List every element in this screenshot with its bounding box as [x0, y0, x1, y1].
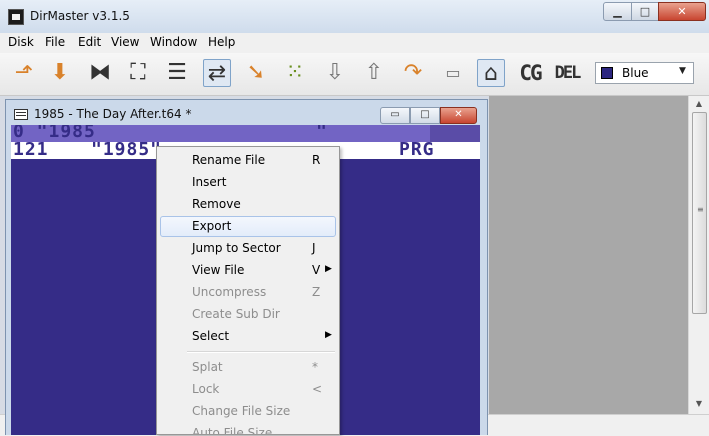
menu-disk[interactable]: Disk	[8, 35, 34, 49]
menu-edit[interactable]: Edit	[78, 35, 101, 49]
menu-item-label: Change File Size	[192, 404, 291, 418]
bam-icon[interactable]: ⛶	[124, 59, 152, 87]
redo-icon[interactable]: ↷	[399, 59, 427, 87]
menu-item-label: Jump to Sector	[192, 241, 281, 255]
menu-item-uncompress[interactable]: Uncompress Z	[160, 282, 336, 303]
disk-image-icon	[14, 109, 28, 120]
mdi-background	[489, 96, 688, 414]
export-icon[interactable]: ➘	[242, 59, 270, 87]
menu-item-create-sub-dir[interactable]: Create Sub Dir	[160, 304, 336, 325]
menu-window[interactable]: Window	[150, 35, 197, 49]
menu-item-jump-to-sector[interactable]: Jump to Sector J	[160, 238, 336, 259]
menu-item-change-file-size[interactable]: Change File Size	[160, 401, 336, 422]
header-selection	[430, 125, 480, 142]
menu-help[interactable]: Help	[208, 35, 235, 49]
menu-separator	[187, 351, 335, 353]
del-icon[interactable]: DEL	[553, 59, 582, 87]
file-convert-icon[interactable]: ⇄	[203, 59, 231, 87]
folder-icon[interactable]: ▭	[439, 59, 467, 87]
menu-item-shortcut: R	[312, 153, 321, 167]
directory-list-icon[interactable]: ☰	[163, 59, 191, 87]
menu-item-label: Remove	[192, 197, 241, 211]
menu-item-label: Auto File Size	[192, 426, 273, 435]
menu-item-label: Export	[192, 219, 232, 233]
close-button[interactable]: ✕	[658, 2, 706, 21]
scroll-up-icon[interactable]: ▲	[689, 96, 709, 112]
menu-item-shortcut: J	[312, 241, 316, 255]
submenu-arrow-icon: ▶	[325, 264, 332, 274]
child-maximize-button[interactable]: □	[410, 107, 440, 124]
minimize-button[interactable]: ▁	[603, 2, 632, 21]
file-name: "1985"	[91, 139, 163, 160]
menu-item-label: View File	[192, 263, 245, 277]
title-bar: DirMaster v3.1.5 ▁ □ ✕	[0, 0, 709, 34]
menu-item-auto-file-size[interactable]: Auto File Size	[160, 423, 336, 435]
menu-item-shortcut: V	[312, 263, 321, 277]
menu-item-shortcut: <	[312, 382, 323, 396]
app-icon	[8, 9, 24, 25]
save-disk-icon[interactable]: ⬇	[46, 59, 74, 87]
menu-item-remove[interactable]: Remove	[160, 194, 336, 215]
menu-item-label: Select	[192, 329, 230, 343]
open-disk-icon[interactable]: ⬏	[10, 59, 38, 87]
menu-item-export[interactable]: Export	[160, 216, 336, 237]
color-select[interactable]: Blue ▼	[595, 62, 694, 84]
block-editor-icon[interactable]: ⧓	[86, 59, 114, 87]
menu-view[interactable]: View	[111, 35, 139, 49]
disk-name-quote: "	[316, 125, 328, 142]
file-type: PRG	[399, 139, 435, 160]
move-down-icon[interactable]: ⇩	[321, 59, 349, 87]
menu-item-lock[interactable]: Lock <	[160, 379, 336, 400]
menu-item-insert[interactable]: Insert	[160, 172, 336, 193]
menu-item-shortcut: Z	[312, 285, 321, 299]
menu-item-label: Create Sub Dir	[192, 307, 280, 321]
menu-file[interactable]: File	[45, 35, 65, 49]
color-swatch	[601, 67, 613, 79]
grip-icon: ≡	[697, 205, 704, 214]
child-window-title: 1985 - The Day After.t64 *	[34, 107, 192, 121]
submenu-arrow-icon: ▶	[325, 330, 332, 340]
menu-item-select[interactable]: Select ▶	[160, 326, 336, 347]
menu-item-shortcut: *	[312, 360, 318, 374]
scrollbar-thumb[interactable]: ≡	[692, 112, 707, 314]
scroll-down-icon[interactable]: ▼	[689, 396, 709, 412]
cg-icon[interactable]: CG	[516, 59, 544, 87]
rename-icon[interactable]: ⌂	[477, 59, 505, 87]
menu-item-label: Lock	[192, 382, 220, 396]
window-title: DirMaster v3.1.5	[30, 9, 130, 23]
menu-item-rename-file[interactable]: Rename File R	[160, 150, 336, 171]
file-blocks: 121	[13, 139, 49, 160]
grid-icon[interactable]: ⁙	[281, 59, 309, 87]
move-up-icon[interactable]: ⇧	[360, 59, 388, 87]
menu-item-view-file[interactable]: View File V ▶	[160, 260, 336, 281]
vertical-scrollbar[interactable]: ▲ ≡ ▼	[688, 96, 709, 414]
menu-bar: Disk File Edit View Window Help	[0, 33, 709, 53]
child-minimize-button[interactable]: ▭	[380, 107, 410, 124]
child-close-button[interactable]: ✕	[440, 107, 477, 124]
menu-item-label: Rename File	[192, 153, 266, 167]
context-menu: Rename File R Insert Remove Export Jump …	[156, 146, 340, 435]
menu-item-label: Splat	[192, 360, 223, 374]
chevron-down-icon: ▼	[679, 66, 686, 76]
color-select-value: Blue	[622, 66, 649, 80]
menu-item-label: Insert	[192, 175, 227, 189]
maximize-button[interactable]: □	[631, 2, 659, 21]
menu-item-splat[interactable]: Splat *	[160, 357, 336, 378]
menu-item-label: Uncompress	[192, 285, 267, 299]
